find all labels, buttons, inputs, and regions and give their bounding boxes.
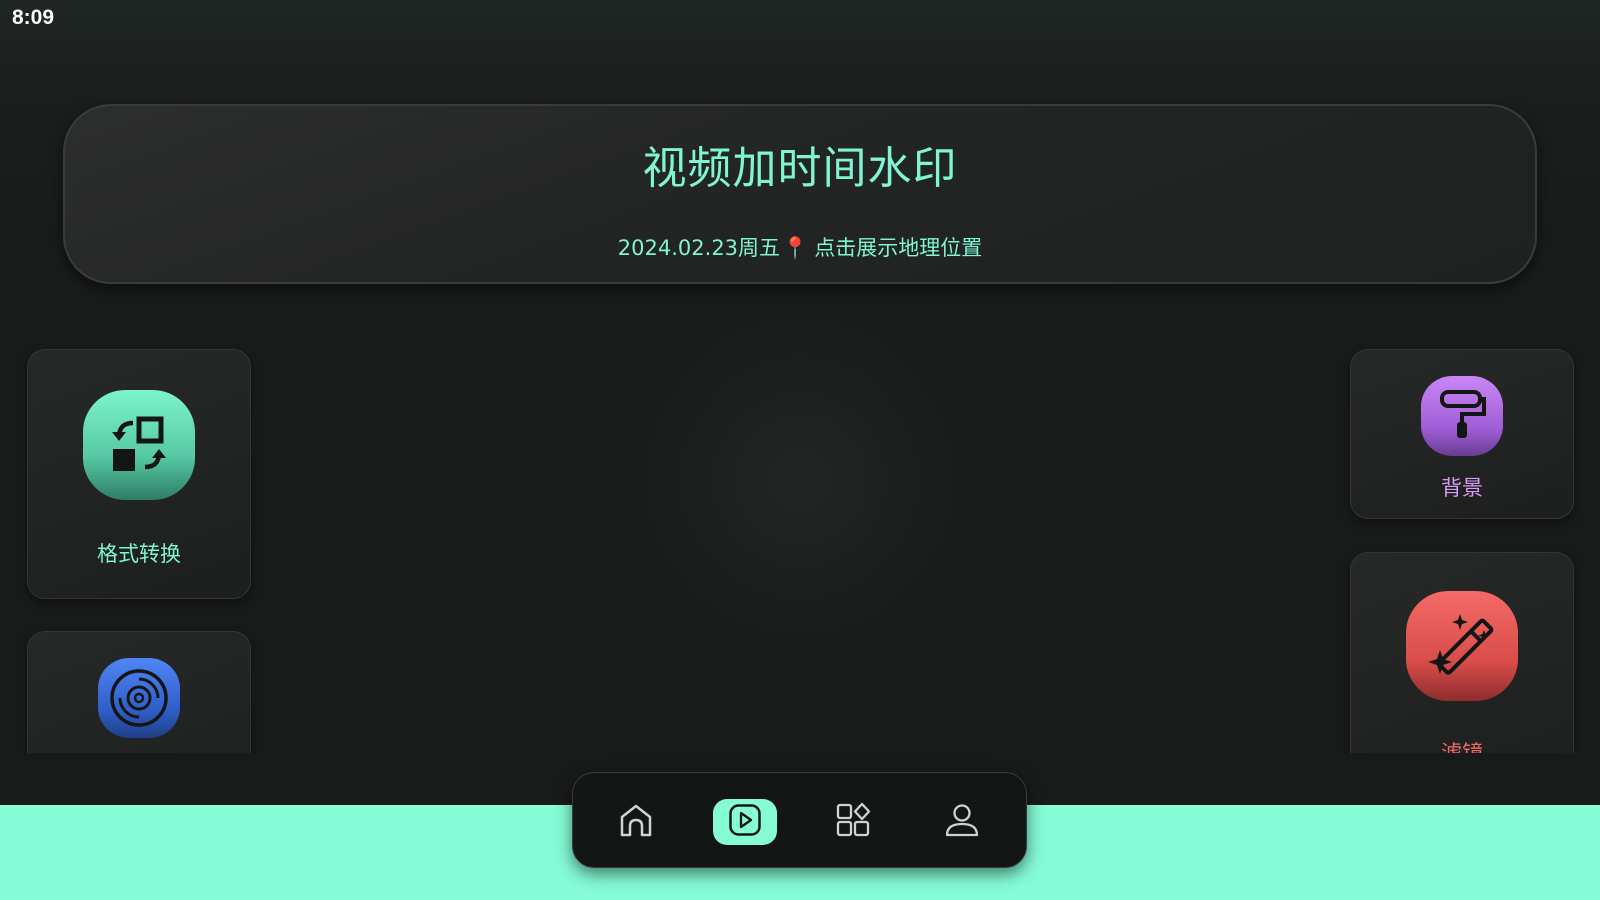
nav-video-button[interactable] <box>713 799 777 845</box>
status-bar-time: 8:09 <box>12 6 55 29</box>
date-location-row[interactable]: 2024.02.23周五📍 点击展示地理位置 <box>65 232 1535 262</box>
location-pin-icon: 📍 <box>782 236 809 260</box>
nav-apps-button[interactable] <box>821 799 885 845</box>
home-icon <box>618 802 654 842</box>
date-text: 2024.02.23周五 <box>617 236 781 260</box>
apps-grid-icon <box>835 802 871 842</box>
format-convert-tile[interactable]: 格式转换 <box>27 349 251 599</box>
header-card: 视频加时间水印 2024.02.23周五📍 点击展示地理位置 <box>63 104 1537 284</box>
format-convert-icon <box>83 390 195 500</box>
paint-roller-icon <box>1421 376 1503 456</box>
background-tile[interactable]: 背景 <box>1350 349 1574 519</box>
magic-wand-icon <box>1406 591 1518 701</box>
vinyl-disc-icon <box>98 658 180 738</box>
filter-tile[interactable]: 滤镜 <box>1350 552 1574 753</box>
background-label: 背景 <box>1441 476 1483 500</box>
nav-profile-button[interactable] <box>930 799 994 845</box>
filter-label: 滤镜 <box>1441 741 1483 753</box>
page-title: 视频加时间水印 <box>642 143 958 194</box>
location-prompt[interactable]: 点击展示地理位置 <box>814 236 982 260</box>
play-icon <box>728 803 762 841</box>
audio-tile[interactable] <box>27 631 251 753</box>
user-icon <box>944 802 980 842</box>
bottom-nav-bar <box>572 772 1027 868</box>
feature-tiles: 格式转换 背景 滤镜 <box>0 330 1600 753</box>
nav-home-button[interactable] <box>604 799 668 845</box>
format-convert-label: 格式转换 <box>97 542 181 566</box>
